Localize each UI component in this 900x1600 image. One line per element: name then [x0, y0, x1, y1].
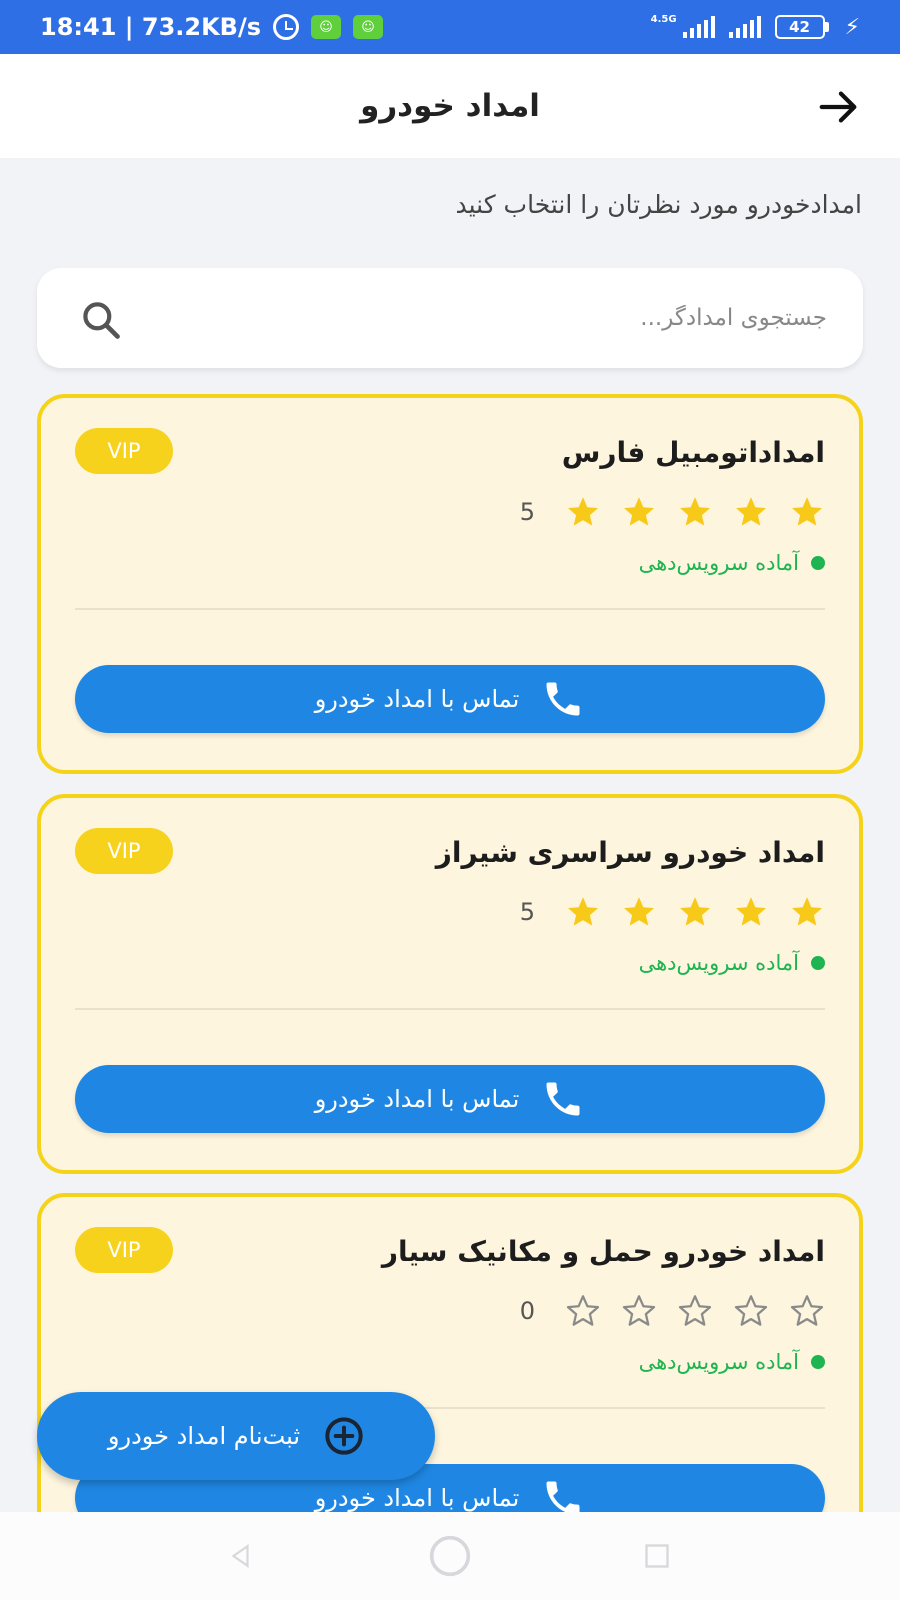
rating-row: 5: [520, 494, 825, 530]
battery-tip: [824, 22, 829, 32]
call-button-label: تماس با امداد خودرو: [314, 1085, 520, 1113]
rating-row: 5: [520, 894, 825, 930]
search-box[interactable]: [37, 268, 863, 368]
status-text: آماده سرویس‌دهی: [638, 951, 799, 975]
call-button[interactable]: تماس با امداد خودرو: [75, 1065, 825, 1133]
rating-value: 5: [519, 498, 535, 526]
status-left: 18:41 | 73.2KB/s ☺ ☺: [40, 13, 384, 41]
page-title: امداد خودرو: [360, 88, 540, 124]
star-outline-icon: [678, 1295, 712, 1326]
star-outline-icon: [734, 1295, 768, 1326]
arrow-right-icon[interactable]: [816, 84, 862, 130]
app-notification-icon: ☺: [311, 15, 342, 39]
star-filled-icon: [568, 897, 598, 926]
star-filled-icon: [624, 497, 654, 526]
status-text: آماده سرویس‌دهی: [638, 1350, 799, 1374]
status-bar: 18:41 | 73.2KB/s ☺ ☺ 4.5G 42 ⚡: [0, 0, 900, 54]
star-filled-icon: [680, 897, 710, 926]
card-title: امداد خودرو سراسری شیراز: [435, 836, 825, 869]
plus-circle-icon: [325, 1417, 363, 1455]
phone-icon: [546, 682, 580, 716]
register-fab-label: ثبت‌نام امداد خودرو: [107, 1422, 301, 1450]
divider: [75, 1008, 825, 1010]
rating-row: 0: [520, 1293, 825, 1329]
star-outline-icon: [566, 1295, 600, 1326]
star-filled-icon: [624, 897, 654, 926]
card-title: امداد خودرو حمل و مکانیک سیار: [381, 1235, 825, 1268]
charging-icon: ⚡: [844, 14, 860, 40]
star-filled-icon: [792, 897, 822, 926]
network-type-label: 4.5G: [650, 13, 677, 25]
battery-level: 42: [774, 15, 825, 39]
register-fab[interactable]: ثبت‌نام امداد خودرو: [37, 1392, 435, 1480]
status-dot-icon: [811, 556, 825, 570]
status-dot-icon: [811, 1355, 825, 1369]
service-card[interactable]: VIP امداداتومبیل فارس 5 آماده سرویس‌دهی …: [37, 394, 863, 774]
status-row: آماده سرویس‌دهی: [639, 551, 825, 575]
app-notification-icon: ☺: [353, 15, 384, 39]
nav-home-icon[interactable]: [428, 1534, 472, 1578]
service-card[interactable]: VIP امداد خودرو سراسری شیراز 5 آماده سرو…: [37, 794, 863, 1174]
star-outline-icon: [622, 1295, 656, 1326]
signal-icon: [728, 16, 761, 38]
star-filled-icon: [736, 497, 766, 526]
card-title: امداداتومبیل فارس: [561, 436, 825, 469]
rating-value: 0: [519, 1297, 535, 1325]
vip-badge: VIP: [75, 428, 173, 474]
nav-back-icon[interactable]: [228, 1542, 254, 1570]
call-button-label: تماس با امداد خودرو: [314, 1484, 520, 1512]
status-time: 18:41 | 73.2KB/s: [40, 13, 262, 41]
rating-value: 5: [519, 898, 535, 926]
app-bar: امداد خودرو: [0, 54, 900, 158]
star-outline-icon: [790, 1295, 824, 1326]
star-filled-icon: [792, 497, 822, 526]
search-input[interactable]: [147, 268, 827, 368]
alarm-icon: [273, 14, 300, 40]
signal-icon: [682, 16, 715, 38]
call-button[interactable]: تماس با امداد خودرو: [75, 665, 825, 733]
vip-badge: VIP: [75, 1227, 173, 1273]
status-row: آماده سرویس‌دهی: [639, 951, 825, 975]
call-button-label: تماس با امداد خودرو: [314, 685, 520, 713]
star-filled-icon: [568, 497, 598, 526]
star-filled-icon: [736, 897, 766, 926]
status-right: 4.5G 42 ⚡: [650, 13, 860, 40]
nav-recent-icon[interactable]: [643, 1542, 671, 1570]
battery-icon: 42: [774, 15, 829, 39]
system-nav-bar: [0, 1512, 900, 1600]
status-row: آماده سرویس‌دهی: [639, 1350, 825, 1374]
search-icon[interactable]: [79, 298, 123, 342]
status-text: آماده سرویس‌دهی: [638, 551, 799, 575]
page-subtitle: امدادخودرو مورد نظرتان را انتخاب کنید: [455, 190, 863, 219]
divider: [75, 608, 825, 610]
status-dot-icon: [811, 956, 825, 970]
star-filled-icon: [680, 497, 710, 526]
phone-icon: [546, 1082, 580, 1116]
vip-badge: VIP: [75, 828, 173, 874]
